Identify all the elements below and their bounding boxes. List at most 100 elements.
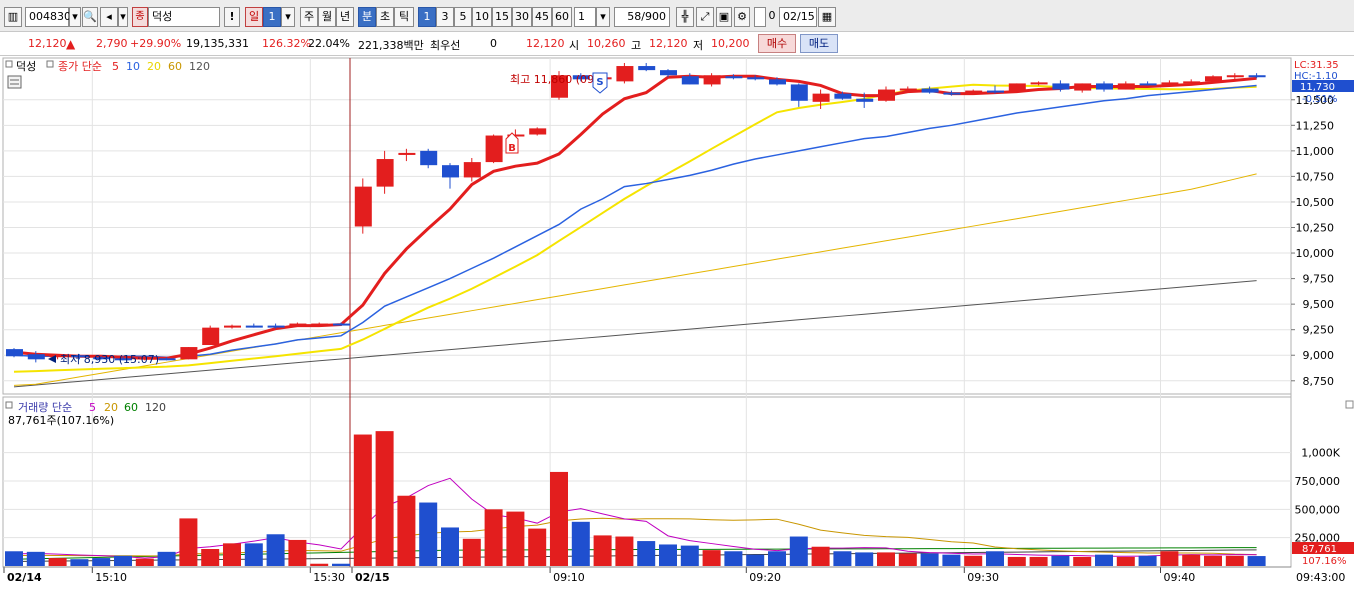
period-week-button[interactable]: 주 — [300, 7, 318, 27]
priority-label: 최우선 — [430, 39, 461, 52]
price-tick-label: 9,750 — [1303, 273, 1335, 286]
volume-bar — [266, 534, 285, 566]
volume-bar — [288, 539, 307, 566]
period-tick-button[interactable]: 틱 — [394, 7, 414, 27]
open-label: 시 — [569, 39, 580, 52]
volume-panel-collapse-icon[interactable] — [1345, 400, 1354, 409]
current-change-label: -0.51% — [1302, 94, 1337, 105]
volume-bar — [964, 555, 983, 566]
quote-bar: 12,120 ▲ 2,790 +29.90% 19,135,331 126.32… — [0, 32, 1354, 56]
volume-bar — [441, 527, 459, 566]
candle-body — [442, 165, 459, 178]
volume-bar — [1160, 551, 1179, 566]
period-second-button[interactable]: 초 — [376, 7, 394, 27]
volume-bar — [768, 551, 786, 566]
candle-body — [463, 162, 481, 178]
price-axis: 11,50011,25011,00010,75010,50010,25010,0… — [1291, 94, 1334, 388]
date-input[interactable]: 02/15 — [779, 7, 817, 27]
page-counter: 58/900 — [614, 7, 670, 27]
period-month-button[interactable]: 월 — [318, 7, 336, 27]
low-label: 저 — [693, 39, 704, 52]
buy-button[interactable]: 매수 — [758, 34, 796, 53]
draw-tool-icon[interactable]: ⤢ — [696, 7, 714, 27]
volume-bar — [811, 546, 830, 566]
volume-legend-prefix: 거래량 단순 — [18, 401, 72, 414]
volume-legend-toggle-icon[interactable] — [5, 401, 13, 409]
candle-body — [638, 66, 656, 71]
ma-legend-5: 5 — [112, 60, 119, 73]
candle-body — [681, 76, 699, 85]
interval-dropdown[interactable]: ▾ — [596, 7, 610, 27]
volume-bar — [550, 471, 568, 566]
candle-body — [180, 347, 198, 360]
volume-bar — [789, 536, 808, 566]
stock-name-tag[interactable]: 덕성 — [16, 60, 36, 73]
minute-15-button[interactable]: 15 — [492, 7, 512, 27]
day-count-dropdown[interactable]: ▾ — [281, 7, 295, 27]
minute-5-button[interactable]: 5 — [454, 7, 472, 27]
minute-45-button[interactable]: 45 — [532, 7, 552, 27]
volume-bar — [332, 563, 350, 566]
volume-bar — [920, 553, 939, 566]
minute-3-button[interactable]: 3 — [436, 7, 454, 27]
volume-ma-legend-60: 60 — [124, 401, 138, 414]
candle-body — [158, 358, 176, 361]
candle-body — [311, 323, 329, 326]
calendar-icon[interactable]: ▦ — [818, 7, 836, 27]
volume-bar — [724, 551, 743, 566]
volume-bar — [70, 559, 89, 566]
time-axis-right-label: 09:43:00 — [1296, 571, 1345, 584]
minute-10-button[interactable]: 10 — [472, 7, 492, 27]
day-count-field[interactable]: 1 — [263, 7, 281, 27]
current-price-label: 11,730 — [1300, 82, 1335, 93]
speaker-icon[interactable]: ◂ — [100, 7, 118, 27]
minute-1-button[interactable]: 1 — [418, 7, 436, 27]
date-checkbox[interactable] — [754, 7, 766, 27]
volume-bar — [1095, 554, 1113, 566]
volume-bar — [114, 555, 132, 566]
candle-type-icon[interactable]: ╬ — [676, 7, 694, 27]
legend-toggle-icon[interactable] — [5, 60, 13, 68]
candle-body — [1183, 81, 1201, 84]
chart-toolbar: ▥ 004830 ▾ 🔍 ◂ ▾ 종 덕성 ! 일 1 ▾ 주 월 년 분 초 … — [0, 0, 1354, 32]
candle-body — [1052, 83, 1070, 90]
minute-30-button[interactable]: 30 — [512, 7, 532, 27]
price-volume-chart[interactable]: 11,50011,25011,00010,75010,50010,25010,0… — [0, 56, 1354, 589]
candle-body — [1139, 83, 1157, 86]
candle-body — [1205, 76, 1222, 82]
volume-bar — [659, 544, 677, 566]
stock-code-input[interactable]: 004830 — [25, 7, 71, 27]
candle-body — [769, 79, 786, 85]
chart-menu-icon[interactable]: ▥ — [4, 7, 22, 27]
volume-bar — [506, 511, 525, 566]
candle-body — [660, 70, 677, 76]
candle-body — [289, 323, 307, 326]
volume-bar — [615, 536, 634, 566]
volume-bar — [1007, 556, 1026, 566]
search-icon[interactable]: 🔍 — [82, 7, 98, 27]
volume-bar — [353, 434, 372, 566]
period-day-button[interactable]: 일 — [245, 7, 263, 27]
candle-body — [376, 159, 394, 187]
period-minute-button[interactable]: 분 — [358, 7, 376, 27]
sell-button[interactable]: 매도 — [800, 34, 838, 53]
period-year-button[interactable]: 년 — [336, 7, 354, 27]
price-tick-label: 10,500 — [1296, 196, 1335, 209]
volume-axis: 1,000K750,000500,000250,000 — [1295, 447, 1341, 545]
table-view-icon[interactable] — [7, 75, 22, 89]
save-icon[interactable]: ▣ — [716, 7, 732, 27]
gear-icon[interactable]: ⚙ — [734, 7, 750, 27]
time-tick-label: 09:30 — [967, 571, 999, 584]
svg-text:B: B — [508, 143, 516, 154]
alert-button[interactable]: ! — [224, 7, 240, 27]
minute-60-button[interactable]: 60 — [552, 7, 572, 27]
volume-current-text: 87,761주(107.16%) — [8, 414, 114, 427]
best-price: 12,120 — [526, 37, 565, 50]
legend-ma-toggle-icon[interactable] — [46, 60, 54, 68]
stock-name-field[interactable]: 덕성 — [148, 7, 220, 27]
candle-body — [333, 323, 350, 326]
volume-bar — [1182, 554, 1201, 566]
code-dropdown-button[interactable]: ▾ — [69, 7, 81, 27]
speaker-dropdown-button[interactable]: ▾ — [118, 7, 128, 27]
interval-input[interactable]: 1 — [574, 7, 596, 27]
